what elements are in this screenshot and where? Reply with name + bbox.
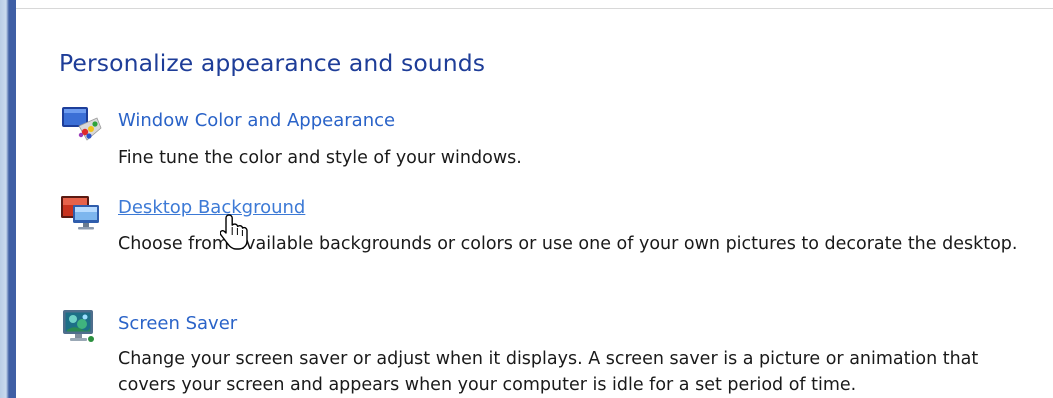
desktop-background-link[interactable]: Desktop Background bbox=[118, 197, 305, 218]
screen-saver-description: Change your screen saver or adjust when … bbox=[118, 349, 979, 395]
screen-saver-link[interactable]: Screen Saver bbox=[118, 313, 237, 334]
top-divider bbox=[16, 8, 1053, 9]
left-accent-bar bbox=[0, 0, 16, 398]
desktop-background-icon[interactable] bbox=[59, 190, 103, 234]
window-color-description: Fine tune the color and style of your wi… bbox=[118, 148, 522, 168]
window-color-link[interactable]: Window Color and Appearance bbox=[118, 110, 395, 131]
screen-saver-icon[interactable] bbox=[59, 306, 103, 350]
window-color-icon[interactable] bbox=[59, 102, 103, 146]
page-title: Personalize appearance and sounds bbox=[59, 49, 486, 77]
hand-pointer-icon bbox=[219, 213, 250, 253]
desktop-background-description: Choose from available backgrounds or col… bbox=[118, 234, 1018, 254]
